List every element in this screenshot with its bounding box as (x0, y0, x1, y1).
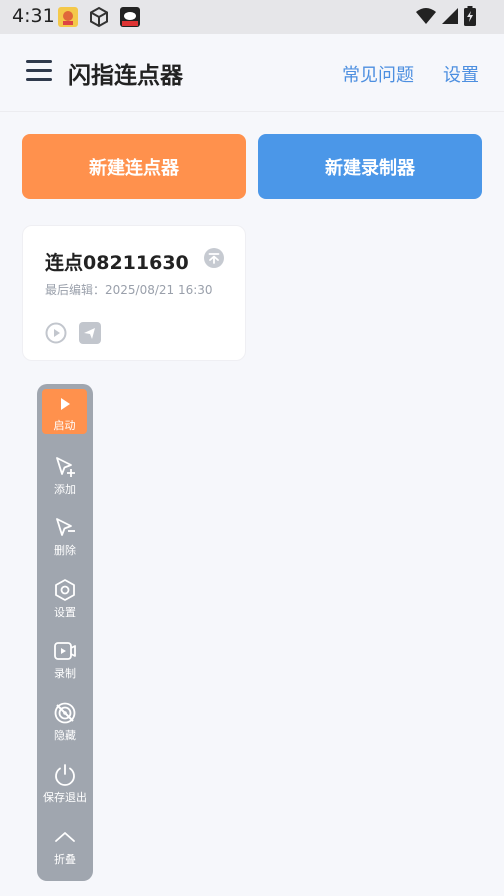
collapse-button[interactable]: 折叠 (37, 821, 93, 873)
settings-label: 设置 (54, 606, 76, 619)
play-icon[interactable] (45, 322, 67, 344)
settings-button[interactable]: 设置 (37, 574, 93, 626)
status-bar: 4:31 (0, 0, 504, 34)
play-icon (60, 398, 70, 410)
chevron-up-icon (55, 832, 75, 842)
delete-button[interactable]: 删除 (37, 512, 93, 564)
battery-icon (464, 6, 476, 26)
new-clicker-button[interactable]: 新建连点器 (22, 134, 246, 199)
save-exit-label: 保存退出 (43, 791, 87, 804)
collapse-label: 折叠 (54, 853, 76, 866)
status-indicators (416, 6, 476, 26)
new-recorder-button[interactable]: 新建录制器 (258, 134, 482, 199)
app-bar: 闪指连点器 常见问题 设置 (0, 34, 504, 112)
hide-button[interactable]: 隐藏 (37, 697, 93, 749)
delete-label: 删除 (54, 544, 76, 557)
wifi-icon (416, 8, 436, 24)
add-label: 添加 (54, 483, 76, 496)
video-record-icon (54, 642, 76, 660)
share-icon[interactable] (79, 322, 101, 344)
floating-toolbar[interactable]: 启动 添加 删除 设置 录制 隐藏 保存退出 折叠 (37, 384, 93, 881)
hide-touch-icon (54, 702, 76, 724)
hide-label: 隐藏 (54, 729, 76, 742)
signal-icon (442, 8, 458, 24)
cursor-remove-icon (56, 518, 75, 536)
clicker-card[interactable]: 连点08211630 最后编辑：2025/08/21 16:30 (22, 225, 246, 361)
card-last-edited: 最后编辑：2025/08/21 16:30 (45, 283, 213, 297)
cube-icon (90, 6, 108, 28)
app-notification-icon-2 (120, 7, 140, 27)
add-button[interactable]: 添加 (37, 451, 93, 503)
menu-icon[interactable] (26, 60, 52, 84)
start-button[interactable]: 启动 (42, 389, 87, 434)
record-label: 录制 (54, 667, 76, 680)
pin-top-icon[interactable] (204, 248, 224, 268)
app-notification-icon (58, 7, 78, 27)
settings-link[interactable]: 设置 (443, 61, 479, 87)
faq-link[interactable]: 常见问题 (342, 61, 414, 87)
record-button[interactable]: 录制 (37, 635, 93, 687)
start-label: 启动 (53, 419, 76, 432)
app-title: 闪指连点器 (68, 63, 183, 89)
hexagon-gear-icon (55, 579, 75, 601)
power-icon (55, 764, 75, 786)
cursor-add-icon (56, 457, 75, 477)
status-time: 4:31 (12, 5, 55, 27)
save-exit-button[interactable]: 保存退出 (37, 759, 93, 811)
card-title: 连点08211630 (45, 252, 189, 274)
